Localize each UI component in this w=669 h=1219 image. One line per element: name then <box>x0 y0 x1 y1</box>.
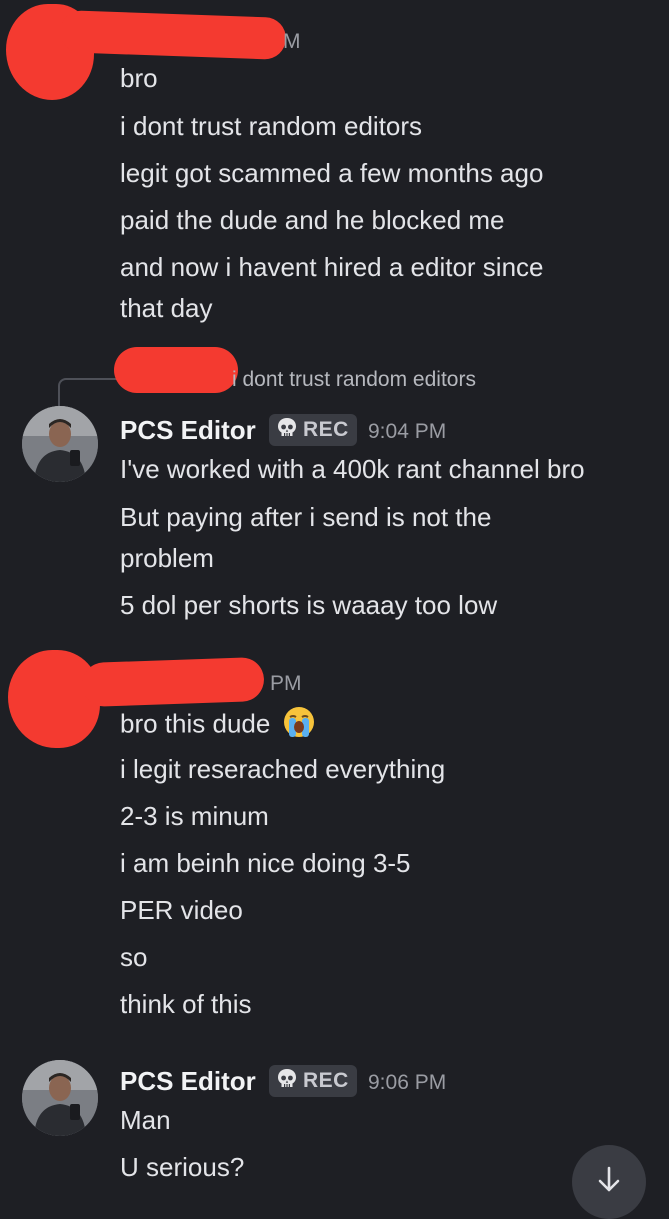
message-text: bro this dude <box>120 708 271 739</box>
message-line: 5 dol per shorts is waaay too low <box>120 590 498 620</box>
avatar[interactable] <box>22 1060 98 1136</box>
message-line: bro this dude <box>120 705 316 746</box>
username[interactable]: PCS Editor <box>120 414 256 446</box>
message-line: i dont trust random editors <box>120 111 423 141</box>
message-line: think of this <box>120 989 252 1019</box>
role-tag[interactable]: REC <box>269 414 357 446</box>
jump-to-latest-button[interactable] <box>572 1145 646 1219</box>
skull-icon <box>275 1067 299 1096</box>
redaction-mark <box>114 347 238 393</box>
role-tag[interactable]: REC <box>269 1065 357 1097</box>
tag-label: REC <box>303 1069 349 1092</box>
message-line: But paying after i send is not the <box>120 502 492 532</box>
redaction-mark <box>59 10 287 60</box>
redaction-mark <box>81 656 265 708</box>
message-timestamp: 9:06 PM <box>368 1071 447 1094</box>
message-line: paid the dude and he blocked me <box>120 205 505 235</box>
arrow-down-icon <box>592 1163 626 1202</box>
message-line: 2-3 is minum <box>120 801 269 831</box>
message-line: so <box>120 942 148 972</box>
message-line: bro <box>120 63 158 93</box>
message-line: I've worked with a 400k rant channel bro <box>120 454 585 484</box>
message-timestamp: 9:04 PM <box>368 420 447 443</box>
message-line: i legit reserached everything <box>120 754 446 784</box>
redaction-mark <box>8 650 100 748</box>
tag-label: REC <box>303 418 349 441</box>
reply-preview[interactable]: i dont trust random editors <box>232 367 476 393</box>
message-line: problem <box>120 543 214 573</box>
message-line: Man <box>120 1105 171 1135</box>
message-timestamp: M <box>283 30 301 53</box>
message-timestamp: PM <box>270 672 302 695</box>
message-line: U serious? <box>120 1152 245 1182</box>
message-line: and now i havent hired a editor since <box>120 252 544 282</box>
username[interactable]: PCS Editor <box>120 1065 256 1097</box>
loudly-crying-face-icon <box>282 705 316 746</box>
avatar[interactable] <box>22 406 98 482</box>
message-line: PER video <box>120 895 243 925</box>
message-line: i am beinh nice doing 3-5 <box>120 848 411 878</box>
reply-spine <box>58 378 120 410</box>
skull-icon <box>275 416 299 445</box>
message-line: that day <box>120 293 213 323</box>
message-line: legit got scammed a few months ago <box>120 158 544 188</box>
